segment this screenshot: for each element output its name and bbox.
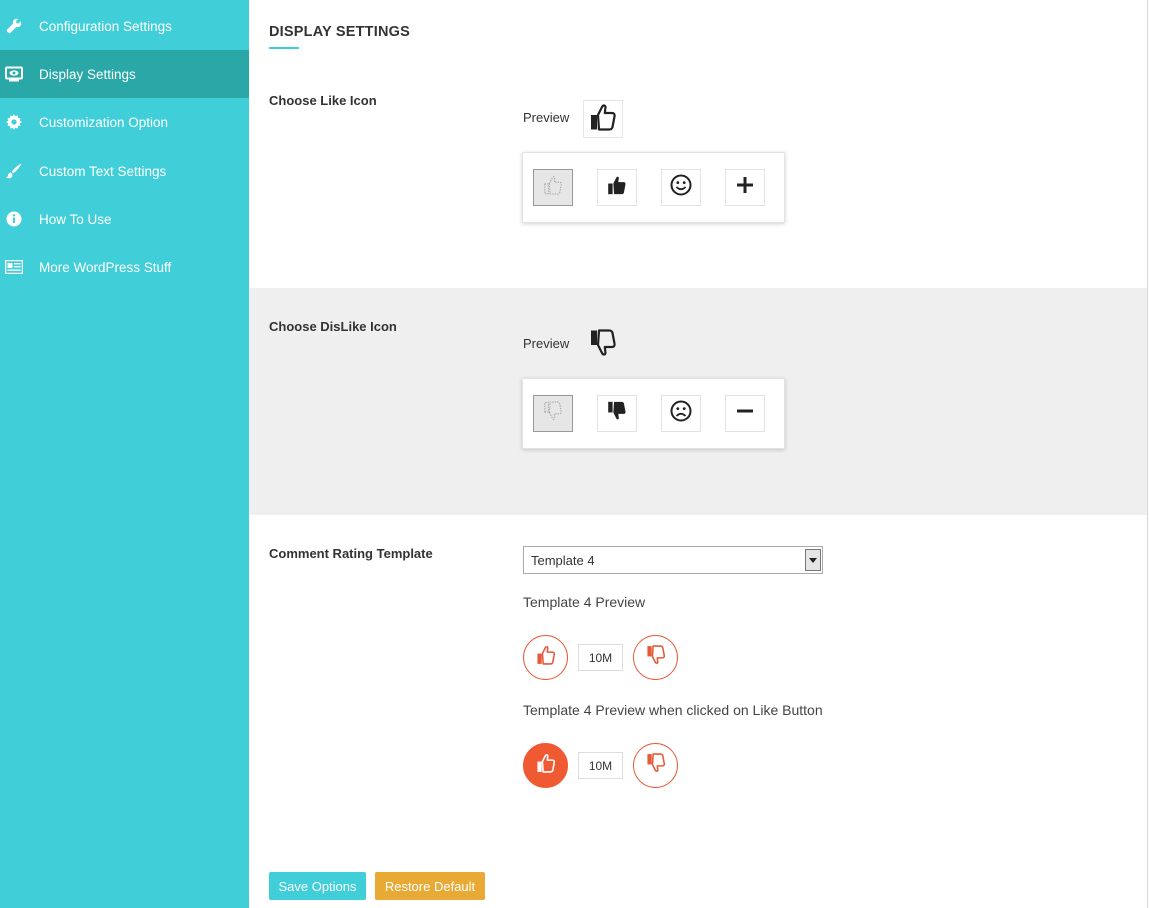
template-label: Comment Rating Template: [269, 546, 433, 561]
like-option-smile[interactable]: [661, 169, 701, 206]
sidebar-item-label: More WordPress Stuff: [39, 259, 172, 275]
preview-like-button[interactable]: [523, 635, 568, 680]
thumbs-down-outline-icon: [646, 752, 666, 779]
sidebar-item-label: How To Use: [39, 211, 112, 227]
like-preview-label: Preview: [523, 110, 570, 125]
dislike-option-thumbs-down-outline[interactable]: [533, 395, 573, 432]
clicked-dislike-button[interactable]: [633, 743, 678, 788]
thumbs-up-outline-icon: [543, 174, 563, 201]
like-option-thumbs-up-solid[interactable]: [597, 169, 637, 206]
clicked-like-button[interactable]: [523, 743, 568, 788]
plus-icon: [736, 176, 754, 199]
sidebar-item-more-wordpress-stuff[interactable]: More WordPress Stuff: [0, 243, 249, 291]
brush-icon: [5, 162, 23, 180]
template-select-value: Template 4: [531, 552, 595, 568]
like-icon-section: Choose Like Icon Preview: [249, 62, 1147, 288]
template-preview-title: Template 4 Preview: [523, 594, 646, 610]
frown-icon: [670, 400, 692, 427]
dislike-option-frown[interactable]: [661, 395, 701, 432]
sidebar-item-configuration-settings[interactable]: Configuration Settings: [0, 2, 249, 50]
restore-default-button[interactable]: Restore Default: [375, 872, 485, 900]
dislike-preview-icon: [583, 326, 623, 364]
chevron-down-icon[interactable]: [805, 549, 821, 571]
thumbs-up-outline-icon: [589, 102, 617, 137]
template-section: Comment Rating Template Template 4 Templ…: [249, 515, 1147, 908]
thumbs-down-outline-icon: [646, 644, 666, 671]
wrench-icon: [5, 17, 23, 35]
minus-icon: [736, 402, 754, 425]
thumbs-up-outline-icon: [536, 644, 556, 671]
like-icon-options: [522, 152, 785, 223]
dislike-option-minus[interactable]: [725, 395, 765, 432]
thumbs-down-outline-icon: [589, 328, 617, 363]
template-select[interactable]: Template 4: [523, 546, 823, 574]
like-option-plus[interactable]: [725, 169, 765, 206]
thumbs-down-solid-icon: [606, 400, 628, 427]
dislike-option-thumbs-down-solid[interactable]: [597, 395, 637, 432]
preview-count: 10M: [578, 644, 623, 671]
sidebar-item-label: Customization Option: [39, 114, 169, 130]
like-option-thumbs-up-outline[interactable]: [533, 169, 573, 206]
preview-dislike-button[interactable]: [633, 635, 678, 680]
main-content: DISPLAY SETTINGS Choose Like Icon Previe…: [249, 0, 1147, 908]
template-clicked-preview-title: Template 4 Preview when clicked on Like …: [523, 702, 823, 718]
save-options-button[interactable]: Save Options: [269, 872, 366, 900]
dislike-icon-section: Choose DisLike Icon Preview: [249, 288, 1147, 515]
like-icon-label: Choose Like Icon: [269, 93, 377, 108]
gear-icon: [5, 113, 23, 131]
info-icon: [5, 210, 23, 228]
like-preview-icon: [583, 100, 623, 138]
sidebar-item-customization-option[interactable]: Customization Option: [0, 98, 249, 146]
dislike-icon-options: [522, 378, 785, 449]
sidebar-item-how-to-use[interactable]: How To Use: [0, 195, 249, 243]
monitor-eye-icon: [5, 65, 23, 83]
page-title: DISPLAY SETTINGS: [269, 24, 410, 40]
sidebar-item-label: Configuration Settings: [39, 18, 172, 34]
sidebar-item-display-settings[interactable]: Display Settings: [0, 50, 249, 98]
clicked-count: 10M: [578, 752, 623, 779]
thumbs-up-solid-icon: [606, 174, 628, 201]
title-underline: [269, 47, 299, 49]
sidebar-item-label: Display Settings: [39, 66, 136, 82]
thumbs-up-outline-icon: [536, 752, 556, 779]
dislike-preview-label: Preview: [523, 336, 570, 351]
app: Configuration Settings Display Settings …: [0, 0, 1150, 908]
right-border: [1147, 0, 1148, 908]
sidebar-item-label: Custom Text Settings: [39, 163, 167, 179]
smile-icon: [670, 174, 692, 201]
dislike-icon-label: Choose DisLike Icon: [269, 319, 397, 334]
thumbs-down-outline-icon: [543, 400, 563, 427]
sidebar-item-custom-text-settings[interactable]: Custom Text Settings: [0, 147, 249, 195]
newspaper-icon: [5, 258, 23, 276]
sidebar: Configuration Settings Display Settings …: [0, 0, 249, 908]
